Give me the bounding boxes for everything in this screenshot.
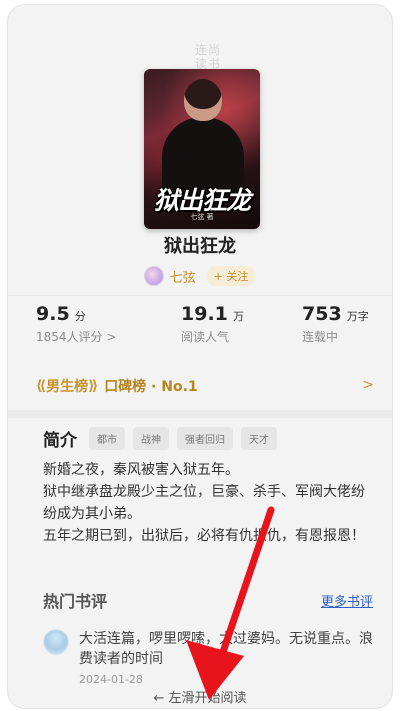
book-cover[interactable]: 狱出狂龙 七弦 著 — [144, 69, 260, 229]
tag-chip[interactable]: 强者回归 — [177, 427, 233, 450]
cover-author-art: 七弦 著 — [190, 213, 214, 221]
laurel-left-icon: ⟪ — [36, 378, 47, 394]
ranking-row[interactable]: ⟪ 男生榜 ⟫ 口碑榜 · No.1 > — [36, 375, 376, 397]
tag-chip[interactable]: 战神 — [133, 427, 169, 450]
rating-value: 9.5 — [36, 303, 70, 325]
book-title: 狱出狂龙 — [164, 236, 236, 257]
follow-button[interactable]: + 关注 — [205, 266, 257, 286]
serial-status: 连载中 — [302, 330, 339, 344]
laurel-right-icon: ⟫ — [88, 378, 99, 394]
words-value: 753 — [302, 303, 342, 325]
readers-stat: 19.1 万 阅读人气 — [181, 303, 244, 345]
chevron-right-icon: > — [362, 377, 374, 393]
reviewer-avatar[interactable] — [43, 629, 69, 655]
author-row: 七弦 + 关注 — [8, 266, 392, 286]
ranking-list-name: 男生榜 — [46, 379, 89, 395]
words-unit: 万字 — [346, 310, 369, 323]
rating-stat[interactable]: 9.5 分 1854人评分 > — [36, 303, 116, 345]
book-detail-page: 连尚 读书 狱出狂龙 七弦 著 狱出狂龙 七弦 + 关注 9.5 分 1854人… — [7, 4, 393, 709]
intro-header: 简介 都市 战神 强者回归 天才 — [43, 426, 277, 451]
author-name[interactable]: 七弦 — [170, 267, 196, 286]
readers-label: 阅读人气 — [181, 330, 230, 344]
reviews-header: 热门书评 更多书评 — [43, 588, 373, 612]
more-reviews-link[interactable]: 更多书评 — [321, 591, 373, 610]
tag-chip[interactable]: 都市 — [89, 427, 125, 450]
synopsis-paragraph: 狱中继承盘龙殿少主之位，巨豪、杀手、军阀大佬纷纷成为其小弟。 — [43, 484, 365, 522]
reviews-title: 热门书评 — [43, 592, 108, 611]
rating-unit: 分 — [74, 310, 86, 323]
synopsis-paragraph: 五年之期已到，出狱后，必将有仇报仇，有恩报恩！ — [43, 528, 365, 544]
swipe-to-read-hint[interactable]: ← 左滑开始阅读 — [8, 687, 392, 706]
section-divider — [8, 410, 392, 418]
app-watermark: 连尚 读书 — [194, 43, 221, 71]
review-item[interactable]: 大活连篇，啰里啰嗦，太过婆妈。无说重点。浪费读者的时间 2024-01-28 — [43, 629, 373, 689]
synopsis[interactable]: 新婚之夜，秦风被害入狱五年。 狱中继承盘龙殿少主之位，巨豪、杀手、军阀大佬纷纷成… — [43, 459, 378, 547]
author-avatar[interactable] — [143, 266, 164, 286]
review-date: 2024-01-28 — [79, 673, 143, 686]
words-stat: 753 万字 连载中 — [302, 303, 369, 345]
stats-row: 9.5 分 1854人评分 > 19.1 万 阅读人气 753 万字 连载中 — [8, 303, 392, 349]
review-text: 大活连篇，啰里啰嗦，太过婆妈。无说重点。浪费读者的时间 — [79, 631, 373, 667]
rating-count-label: 1854人评分 > — [36, 330, 117, 344]
intro-title: 简介 — [43, 431, 77, 451]
ranking-text: 口碑榜 · No.1 — [104, 379, 198, 395]
divider — [8, 295, 392, 296]
readers-unit: 万 — [232, 310, 244, 323]
synopsis-paragraph: 新婚之夜，秦风被害入狱五年。 — [43, 462, 239, 478]
tag-chip[interactable]: 天才 — [241, 427, 277, 450]
readers-value: 19.1 — [181, 303, 228, 325]
